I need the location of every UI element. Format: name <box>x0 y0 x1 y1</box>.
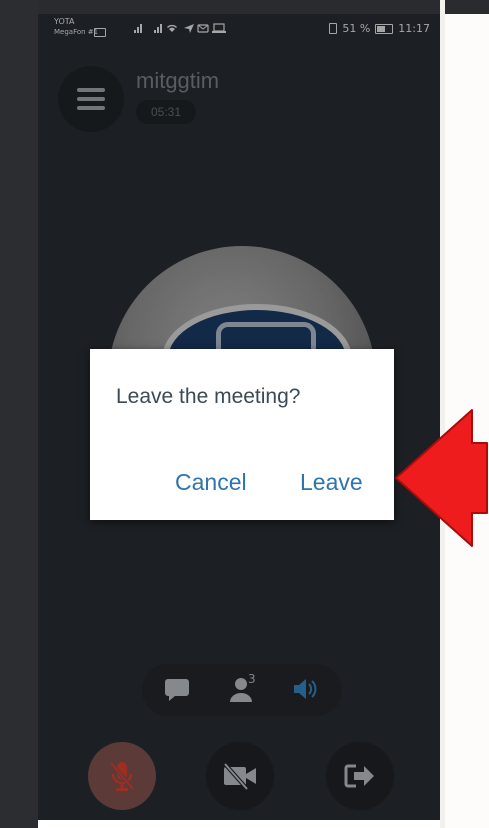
cancel-button[interactable]: Cancel <box>175 469 247 496</box>
frame-top-border <box>0 0 489 14</box>
phone-screen: YOTA MegaFon #1 51 % 11:17 mitggtim 05:3… <box>38 14 440 820</box>
leave-button[interactable]: Leave <box>300 469 363 496</box>
leave-dialog: Leave the meeting? Cancel Leave <box>90 349 394 520</box>
screen-bottom-edge <box>38 820 440 828</box>
dialog-title: Leave the meeting? <box>116 385 301 408</box>
page: YOTA MegaFon #1 51 % 11:17 mitggtim 05:3… <box>0 0 489 828</box>
annotation-arrow-icon <box>395 409 488 547</box>
frame-left-border <box>0 0 38 828</box>
